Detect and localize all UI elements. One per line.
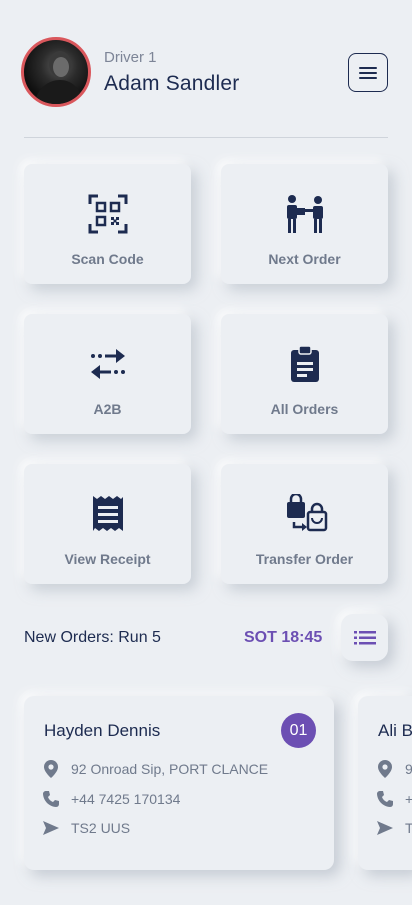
- delivery-handover-icon: [286, 195, 323, 233]
- postcode-row: TS: [375, 818, 412, 838]
- phone-icon: [377, 791, 393, 807]
- send-icon: [377, 821, 393, 835]
- all-orders-tile[interactable]: All Orders: [221, 314, 388, 434]
- scan-code-label: Scan Code: [71, 251, 144, 267]
- order-number-badge: 01: [281, 713, 316, 748]
- driver-label: Driver 1: [104, 49, 157, 66]
- driver-photo: [34, 51, 84, 104]
- postcode-text: TS: [405, 820, 412, 836]
- postcode-row: TS2 UUS: [41, 818, 130, 838]
- phone-row: +4: [375, 789, 412, 809]
- qr-code-icon: [88, 194, 127, 234]
- transfer-order-label: Transfer Order: [255, 551, 354, 567]
- menu-button[interactable]: [348, 53, 388, 92]
- address-text: 92 Onroad Sip, PORT CLANCE: [71, 761, 269, 777]
- list-icon: [353, 630, 376, 644]
- receipt-icon: [92, 496, 123, 531]
- customer-name: Hayden Dennis: [44, 721, 161, 740]
- location-pin-icon: [378, 760, 392, 778]
- order-card[interactable]: Ali B 92 +4 TS: [358, 696, 412, 870]
- transfer-arrows-icon: [90, 349, 125, 379]
- driver-header: Driver 1 Adam Sandler: [0, 0, 412, 138]
- all-orders-label: All Orders: [270, 401, 339, 417]
- phone-icon: [43, 791, 59, 807]
- customer-name: Ali B: [378, 721, 412, 740]
- scan-code-tile[interactable]: Scan Code: [24, 164, 191, 284]
- a2b-tile[interactable]: A2B: [24, 314, 191, 434]
- address-row: 92 Onroad Sip, PORT CLANCE: [41, 759, 268, 779]
- order-card[interactable]: Hayden Dennis 01 92 Onroad Sip, PORT CLA…: [24, 696, 334, 870]
- address-text: 92: [405, 761, 412, 777]
- orders-title: New Orders: Run 5: [24, 629, 161, 646]
- next-order-label: Next Order: [268, 251, 341, 267]
- address-row: 92: [375, 759, 412, 779]
- phone-text: +4: [405, 791, 412, 807]
- view-receipt-label: View Receipt: [64, 551, 151, 567]
- view-receipt-tile[interactable]: View Receipt: [24, 464, 191, 584]
- clipboard-icon: [290, 345, 319, 382]
- a2b-label: A2B: [93, 401, 122, 417]
- avatar[interactable]: [21, 37, 91, 107]
- hamburger-icon: [359, 66, 377, 79]
- list-view-button[interactable]: [341, 614, 388, 661]
- phone-text: +44 7425 170134: [71, 791, 181, 807]
- send-icon: [43, 821, 59, 835]
- phone-row: +44 7425 170134: [41, 789, 180, 809]
- sot-time: SOT 18:45: [244, 629, 323, 646]
- header-divider: [24, 137, 388, 138]
- location-pin-icon: [44, 760, 58, 778]
- bags-transfer-icon: [286, 494, 327, 532]
- transfer-order-tile[interactable]: Transfer Order: [221, 464, 388, 584]
- driver-name: Adam Sandler: [104, 72, 240, 95]
- next-order-tile[interactable]: Next Order: [221, 164, 388, 284]
- postcode-text: TS2 UUS: [71, 820, 131, 836]
